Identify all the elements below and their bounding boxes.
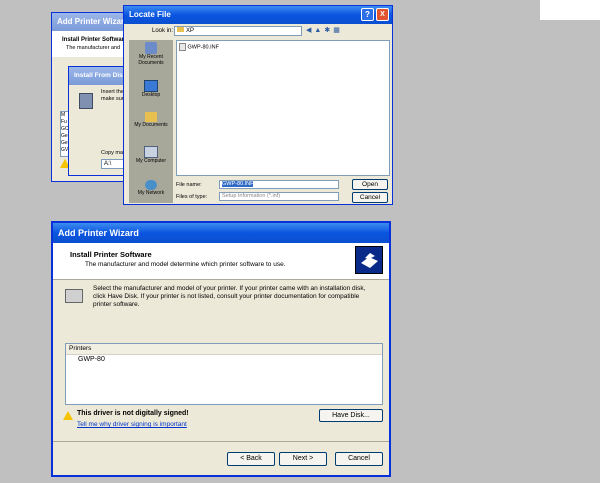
files-of-type-label: Files of type: — [176, 194, 208, 200]
wizard-header: Install Printer Software The manufacture… — [53, 243, 389, 280]
look-in-value: XP — [186, 28, 195, 34]
place-label: Desktop — [141, 92, 161, 98]
background-wizard-sub: The manufacturer and — [66, 45, 121, 51]
views-icon[interactable]: ▦ — [333, 27, 343, 34]
warning-text: This driver is not digitally signed! — [77, 410, 189, 417]
disk-icon — [79, 93, 93, 109]
place-desktop[interactable]: Desktop — [129, 80, 173, 98]
file-name-input[interactable]: GWP-80.INF — [219, 180, 339, 189]
printer-glyph — [361, 253, 378, 268]
new-folder-icon[interactable]: ✱ — [324, 27, 333, 34]
locate-file-title: Locate File — [124, 6, 392, 24]
place-label: My Recent Documents — [138, 54, 164, 66]
file-list[interactable]: GWP-80.INF — [176, 40, 390, 176]
document-page — [540, 0, 600, 20]
next-button[interactable]: Next > — [279, 452, 327, 466]
printer-logo-icon — [355, 246, 383, 274]
list-item[interactable]: GWP-80.INF — [179, 43, 219, 51]
add-printer-wizard-window: Add Printer Wizard Install Printer Softw… — [51, 221, 391, 477]
list-item[interactable]: GWP-80 — [66, 355, 382, 365]
folder-icon — [177, 27, 184, 32]
back-button[interactable]: < Back — [227, 452, 275, 466]
place-my-computer[interactable]: My Computer — [129, 146, 173, 164]
desktop-icon — [144, 80, 158, 92]
place-label: My Documents — [134, 122, 168, 128]
cancel-button[interactable]: Cancel — [352, 192, 388, 203]
toolbar: ◀▲✱▦ — [306, 26, 354, 36]
wizard-title: Add Printer Wizard — [53, 223, 389, 243]
instructions-text: Select the manufacturer and model of you… — [93, 285, 366, 308]
wizard-subheading: The manufacturer and model determine whi… — [85, 261, 286, 268]
printers-header: Printers — [66, 344, 382, 355]
cancel-button[interactable]: Cancel — [335, 452, 383, 466]
place-recent[interactable]: My Recent Documents — [129, 42, 173, 66]
warning-icon — [63, 411, 73, 420]
have-disk-button[interactable]: Have Disk... — [319, 409, 383, 422]
printer-icon — [65, 289, 83, 303]
close-button[interactable]: X — [376, 8, 389, 21]
locate-file-window: Locate File ? X Look in: XP ◀▲✱▦ My Rece… — [123, 5, 393, 205]
place-label: My Network — [137, 190, 165, 196]
driver-signing-link[interactable]: Tell me why driver signing is important — [77, 421, 187, 428]
recent-documents-icon — [145, 42, 157, 54]
place-my-documents[interactable]: My Documents — [129, 112, 173, 128]
file-name-label: File name: — [176, 182, 202, 188]
files-of-type-dropdown[interactable]: Setup Information (*.inf) — [219, 192, 339, 201]
my-computer-icon — [144, 146, 158, 158]
button-divider — [53, 441, 389, 442]
look-in-label: Look in: — [152, 28, 174, 34]
place-label: My Computer — [135, 158, 166, 164]
wizard-heading: Install Printer Software — [70, 250, 152, 259]
places-bar: My Recent Documents Desktop My Documents… — [129, 40, 173, 203]
look-in-dropdown[interactable]: XP — [174, 26, 302, 36]
help-button[interactable]: ? — [361, 8, 374, 21]
up-folder-icon[interactable]: ▲ — [314, 27, 324, 34]
my-documents-icon — [145, 112, 157, 122]
printers-list[interactable]: Printers GWP-80 — [65, 343, 383, 405]
file-item-name: GWP-80.INF — [187, 44, 220, 51]
file-name-value: GWP-80.INF — [222, 181, 254, 187]
place-my-network[interactable]: My Network — [129, 180, 173, 196]
my-network-icon — [145, 180, 157, 190]
background-wizard-heading: Install Printer Software — [62, 37, 128, 43]
insert-text-1: Insert the — [101, 89, 124, 95]
open-button[interactable]: Open — [352, 179, 388, 190]
inf-file-icon — [179, 43, 186, 51]
